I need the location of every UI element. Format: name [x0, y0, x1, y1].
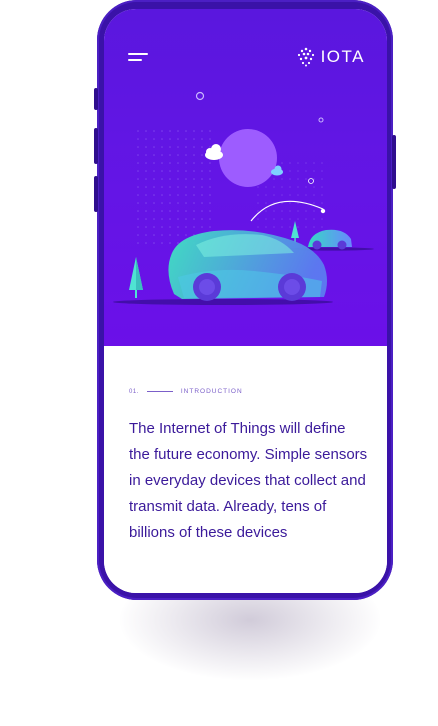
phone-volume-down-button: [94, 176, 98, 212]
signal-dot: [320, 208, 326, 214]
planet-circle: [219, 129, 277, 187]
dot-pattern: [132, 127, 212, 247]
intro-section: 01. INTRODUCTION The Internet of Things …: [104, 346, 387, 593]
hero-illustration: IOTA: [104, 9, 387, 346]
iota-dots-icon: [297, 47, 314, 67]
phone-side-button: [94, 88, 98, 110]
tree-icon: [129, 257, 143, 298]
car-small-illustration: [308, 229, 352, 250]
ground-shadow: [113, 299, 333, 305]
section-label: 01. INTRODUCTION: [129, 388, 243, 395]
phone-power-button: [392, 135, 396, 189]
ring-decoration: [318, 117, 324, 123]
logo-text: IOTA: [320, 47, 365, 66]
iota-logo[interactable]: IOTA: [296, 47, 365, 67]
section-number: 01.: [129, 388, 139, 395]
phone-screen: IOTA 01. INTRODUCTION The Internet of Th…: [104, 9, 387, 593]
ring-decoration: [195, 91, 205, 101]
hamburger-menu-icon[interactable]: [128, 51, 152, 65]
car-main-illustration: [168, 230, 327, 301]
section-divider: [146, 391, 173, 392]
phone-volume-up-button: [94, 128, 98, 164]
intro-paragraph: The Internet of Things will define the f…: [129, 420, 368, 541]
section-title: INTRODUCTION: [180, 388, 243, 395]
